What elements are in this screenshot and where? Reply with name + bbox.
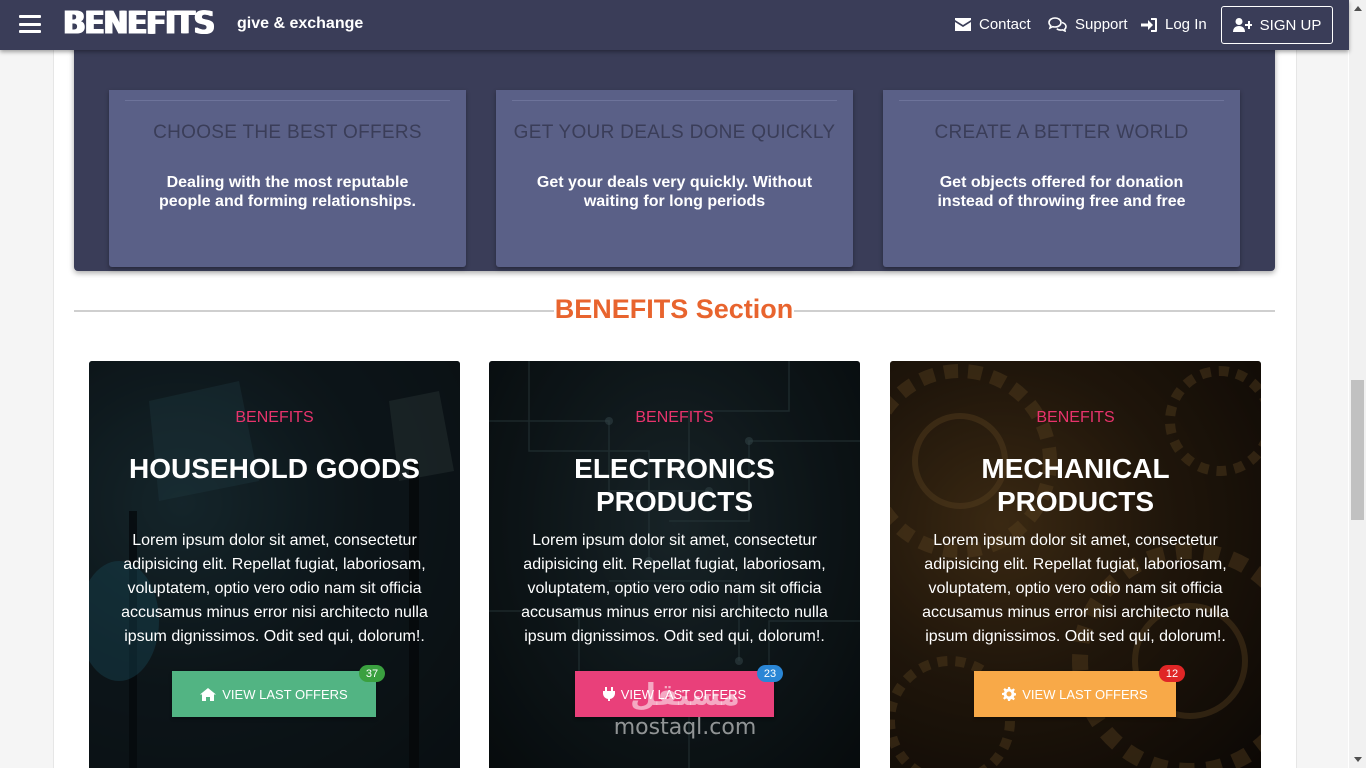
card-kicker: BENEFITS	[235, 409, 314, 426]
offers-count-badge: 12	[1159, 665, 1185, 682]
feature-title: GET YOUR DEALS DONE QUICKLY	[513, 122, 836, 143]
feature-text: Get your deals very quickly. Without wai…	[536, 174, 813, 210]
scroll-down-arrow-icon[interactable]	[1349, 751, 1366, 768]
nav-link-label: Log In	[1165, 16, 1207, 33]
features-panel: CHOOSE THE BEST OFFERS Dealing with the …	[74, 40, 1275, 271]
page-scrollbar[interactable]	[1349, 0, 1366, 768]
feature-divider	[125, 100, 450, 101]
comments-icon	[1048, 17, 1067, 32]
feature-text: Dealing with the most reputable people a…	[159, 174, 416, 210]
button-label: VIEW LAST OFFERS	[1022, 686, 1148, 702]
feature-card: CREATE A BETTER WORLD Get objects offere…	[883, 90, 1240, 267]
section-rule-right	[794, 310, 1275, 312]
top-navbar: BENEFITS give & exchange Contact Support…	[0, 0, 1349, 50]
brand-logo[interactable]: BENEFITS	[63, 5, 215, 42]
brand-tagline: give & exchange	[237, 15, 364, 32]
feature-text: Get objects offered for donation instead…	[937, 174, 1186, 210]
feature-title: CREATE A BETTER WORLD	[934, 122, 1189, 143]
plug-icon	[602, 687, 615, 701]
view-last-offers-button[interactable]: VIEW LAST OFFERS 12	[974, 665, 1185, 717]
signup-button[interactable]: SIGN UP	[1221, 6, 1333, 44]
nav-link-support[interactable]: Support	[1048, 16, 1128, 33]
view-last-offers-button[interactable]: VIEW LAST OFFERS 37	[172, 665, 385, 717]
user-plus-icon	[1232, 18, 1252, 32]
signup-label: SIGN UP	[1259, 16, 1322, 34]
feature-divider	[899, 100, 1224, 101]
card-description: Lorem ipsum dolor sit amet, consectetur …	[121, 532, 428, 645]
card-title: ELECTRONICS PRODUCTS	[574, 453, 775, 517]
hamburger-menu-icon[interactable]	[19, 15, 41, 33]
feature-card: CHOOSE THE BEST OFFERS Dealing with the …	[109, 90, 466, 267]
nav-link-contact[interactable]: Contact	[955, 16, 1031, 33]
feature-divider	[512, 100, 837, 101]
button-label: VIEW LAST OFFERS	[222, 686, 348, 702]
cog-icon	[1002, 687, 1017, 701]
feature-title: CHOOSE THE BEST OFFERS	[153, 122, 422, 143]
nav-link-label: Contact	[979, 16, 1031, 33]
nav-link-login[interactable]: Log In	[1141, 16, 1207, 33]
category-card-electronics: BENEFITS ELECTRONICS PRODUCTS Lorem ipsu…	[489, 361, 860, 768]
card-title: HOUSEHOLD GOODS	[129, 453, 420, 484]
page-gutter-right	[1296, 0, 1348, 768]
offers-count-badge: 23	[757, 665, 783, 682]
nav-link-label: Support	[1075, 16, 1128, 33]
section-title: BENEFITS Section	[554, 294, 794, 324]
card-kicker: BENEFITS	[635, 409, 714, 426]
scrollbar-thumb[interactable]	[1351, 380, 1364, 520]
sign-in-icon	[1141, 17, 1157, 32]
card-description: Lorem ipsum dolor sit amet, consectetur …	[922, 532, 1229, 645]
card-description: Lorem ipsum dolor sit amet, consectetur …	[521, 532, 828, 645]
envelope-icon	[955, 18, 971, 31]
card-title: MECHANICAL PRODUCTS	[981, 453, 1170, 517]
card-kicker: BENEFITS	[1036, 409, 1115, 426]
offers-count-badge: 37	[359, 665, 385, 682]
category-card-mechanical: BENEFITS MECHANICAL PRODUCTS Lorem ipsum…	[890, 361, 1261, 768]
category-card-household: BENEFITS HOUSEHOLD GOODS Lorem ipsum dol…	[89, 361, 460, 768]
scroll-up-arrow-icon[interactable]	[1349, 0, 1366, 17]
view-last-offers-button[interactable]: VIEW LAST OFFERS 23	[575, 665, 783, 717]
feature-card: GET YOUR DEALS DONE QUICKLY Get your dea…	[496, 90, 853, 267]
page-gutter-left	[0, 0, 54, 768]
section-rule-left	[74, 310, 554, 312]
button-label: VIEW LAST OFFERS	[620, 686, 747, 702]
home-icon	[200, 687, 217, 701]
